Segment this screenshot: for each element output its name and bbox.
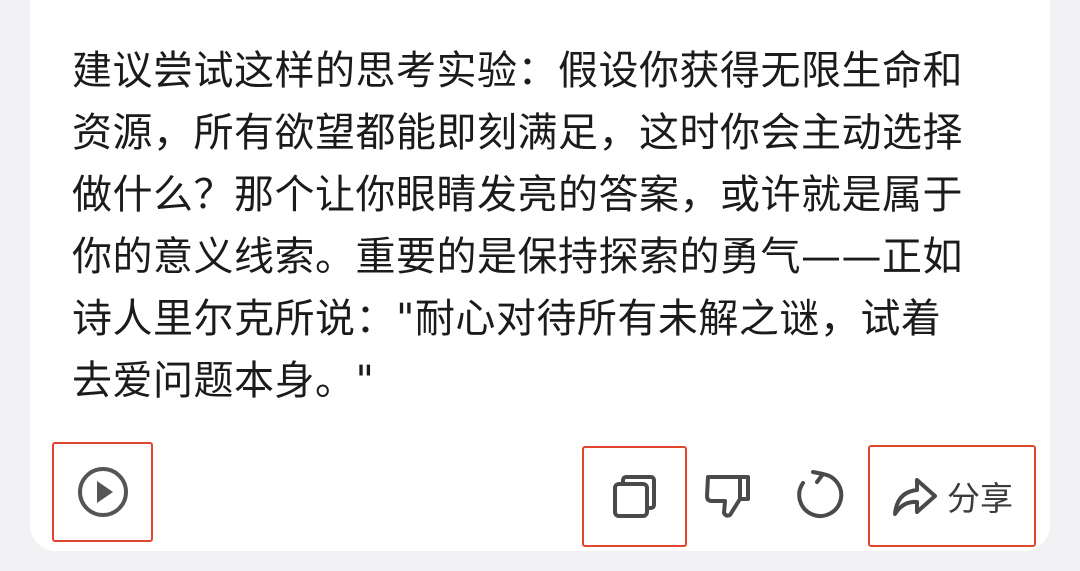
message-line: 去爱问题本身。" <box>72 358 375 404</box>
message-line: 建议尝试这样的思考实验：假设你获得无限生命和 <box>72 48 963 94</box>
copy-button[interactable] <box>582 446 687 547</box>
regenerate-button[interactable] <box>783 452 853 538</box>
play-audio-button[interactable] <box>52 442 153 542</box>
copy-icon <box>609 471 661 523</box>
message-line: 资源，所有欲望都能即刻满足，这时你会主动选择 <box>72 110 963 156</box>
thumbs-down-icon <box>702 469 754 521</box>
message-line: 做什么？那个让你眼睛发亮的答案，或许就是属于 <box>72 172 963 218</box>
share-label: 分享 <box>947 479 1013 518</box>
dislike-button[interactable] <box>693 452 763 538</box>
share-arrow-icon <box>891 472 939 520</box>
assistant-message-text: 建议尝试这样的思考实验：假设你获得无限生命和 资源，所有欲望都能即刻满足，这时你… <box>72 40 1012 412</box>
share-button[interactable]: 分享 <box>868 445 1036 547</box>
message-line: 诗人里尔克所说："耐心对待所有未解之谜，试着 <box>72 296 942 342</box>
message-line: 你的意义线索。重要的是保持探索的勇气——正如 <box>72 234 963 280</box>
play-circle-icon <box>76 465 130 519</box>
refresh-icon <box>791 468 845 522</box>
